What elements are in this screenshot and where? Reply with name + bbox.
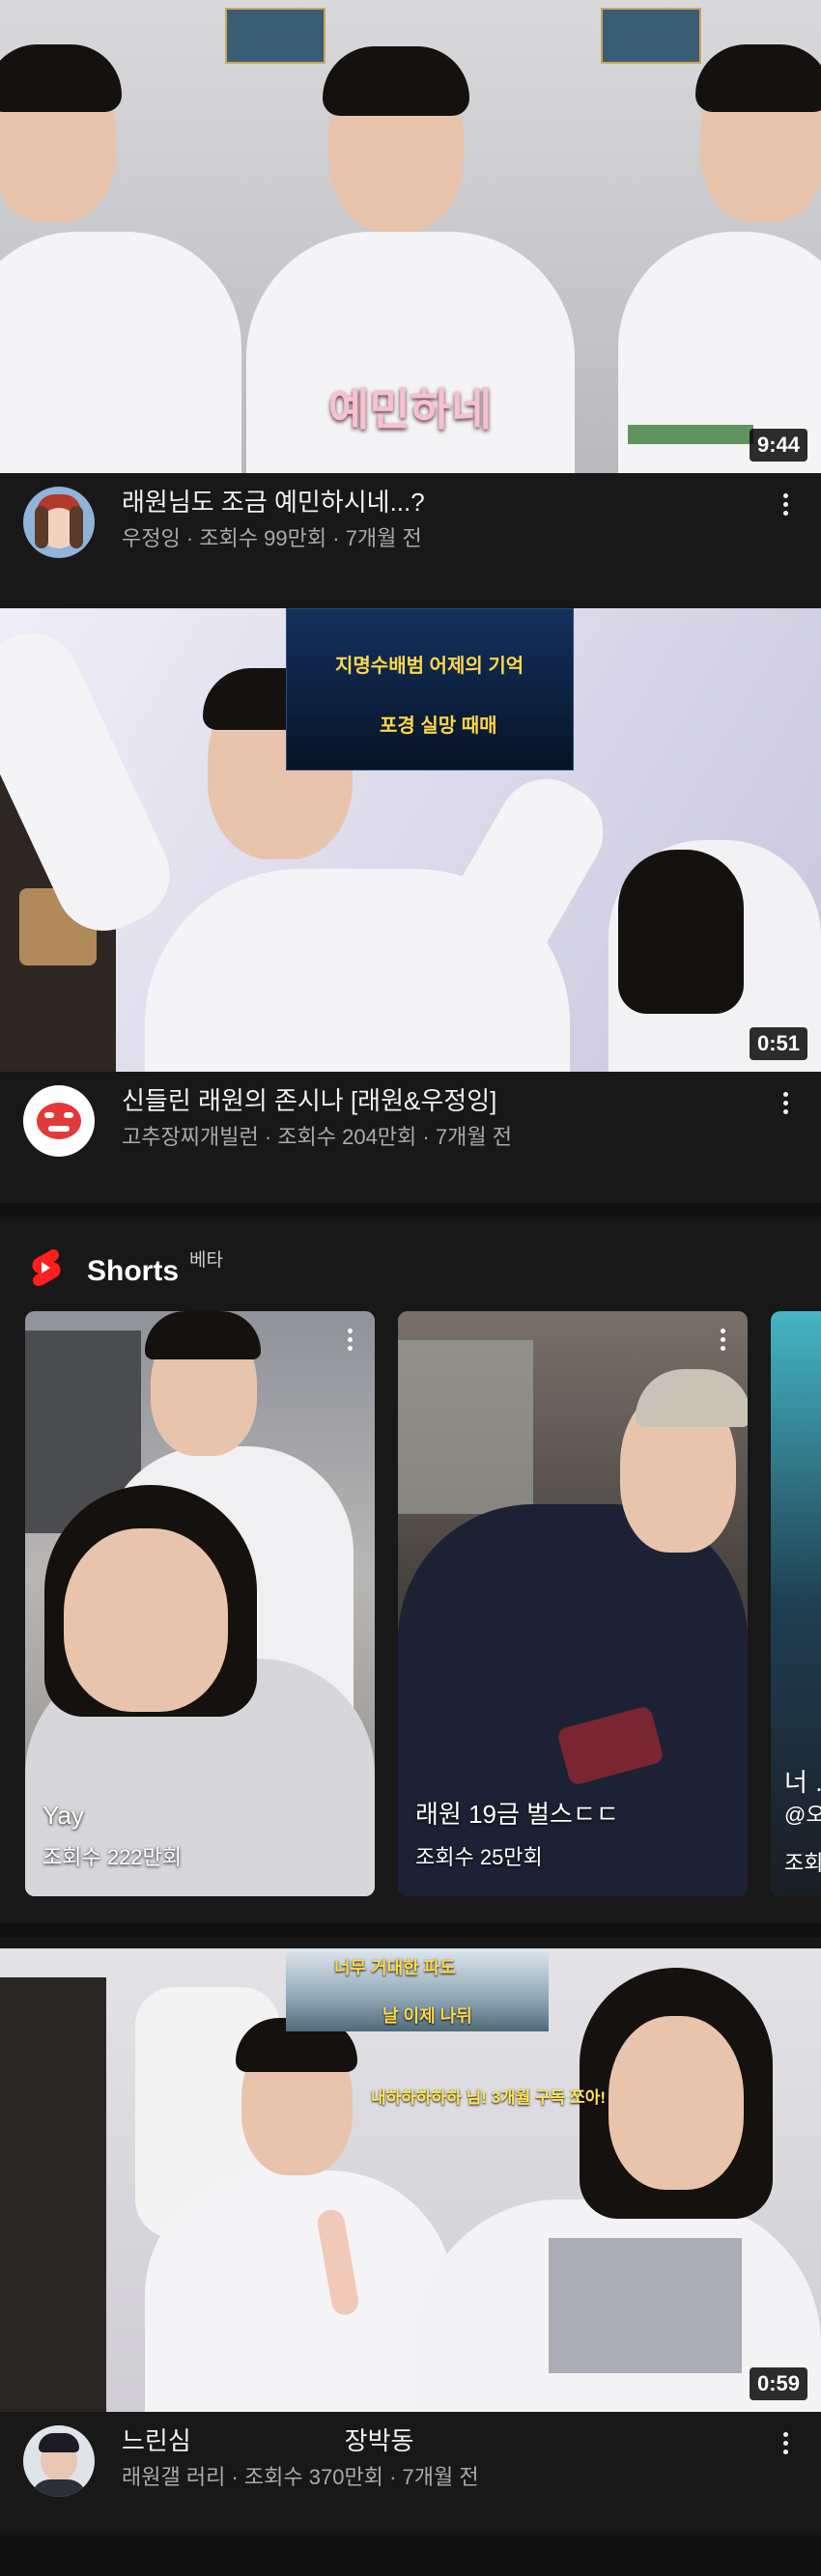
video-title[interactable]: 느린심 장박동 [122,2425,744,2456]
lyric-line-2: 포경 실망 때매 [380,715,497,737]
section-divider [0,2535,821,2576]
more-options-icon[interactable] [771,1083,800,1122]
more-options-icon[interactable] [771,2423,800,2462]
duration-badge: 0:59 [749,2367,807,2400]
more-options-icon[interactable] [713,1329,732,1358]
channel-avatar[interactable] [23,1085,95,1157]
section-divider [0,1923,821,1937]
short-views: 조회수 222만회 [42,1845,183,1869]
channel-avatar[interactable] [23,487,95,558]
video-thumbnail-3[interactable]: 너무 거대한 파도 날 이제 나뒤 내하하하하하 님! 3개월 구독 쪼아! 0… [0,1948,821,2412]
more-options-icon[interactable] [771,485,800,523]
short-title: Yay [42,1801,84,1830]
upload-age: 7개월 전 [435,1125,512,1149]
view-count: 조회수 99만회 [199,526,327,550]
more-options-icon[interactable] [340,1329,359,1358]
short-views: 조회수 25만회 [415,1845,543,1869]
upload-age: 7개월 전 [345,526,422,550]
lyric-line-1: 지명수배범 어제의 기억 [335,656,524,677]
thumbnail-caption-text: 예민하네 [328,384,493,434]
video-thumbnail-1[interactable]: 예민하네 9:44 [0,0,821,473]
view-count: 조회수 370만회 [243,2465,383,2489]
video-subtitle: 우정잉 · 조회수 99만회 · 7개월 전 [122,526,422,550]
short-subtitle: @오 [784,1803,821,1827]
duration-badge: 0:51 [749,1027,807,1060]
short-card-2[interactable]: 래원 19금 벌스ㄷㄷ 조회수 25만회 [398,1311,748,1896]
upload-age: 7개월 전 [402,2465,479,2489]
channel-avatar[interactable] [23,2425,95,2497]
lyric-line-1: 너무 거대한 파도 [334,1958,456,1977]
short-card-1[interactable]: Yay 조회수 222만회 [25,1311,375,1896]
video-title[interactable]: 신들린 래원의 존시나 [래원&우정잉] [122,1085,744,1116]
lyric-line-2: 날 이제 나뒤 [382,2006,472,2026]
short-views: 조회 [784,1851,821,1875]
short-card-3[interactable]: 너 … @오 조회 [771,1311,821,1896]
shorts-beta-badge: 베타 [189,1250,223,1271]
shorts-title: Shorts [87,1255,180,1287]
short-title: 너 … [784,1768,821,1797]
video-title[interactable]: 래원님도 조금 예민하시네...? [122,487,744,518]
video-subtitle: 래원갤 러리 · 조회수 370만회 · 7개월 전 [122,2465,479,2489]
channel-name[interactable]: 우정잉 [122,526,181,550]
channel-name[interactable]: 고추장찌개빌런 [122,1125,259,1149]
donation-alert-text: 내하하하하하 님! 3개월 구독 쪼아! [371,2088,606,2107]
video-meta-1[interactable]: 래원님도 조금 예민하시네...? 우정잉 · 조회수 99만회 · 7개월 전 [0,473,821,579]
duration-badge: 9:44 [749,429,807,462]
video-meta-3[interactable]: 느린심 장박동 래원갤 러리 · 조회수 370만회 · 7개월 전 [0,2412,821,2518]
section-divider [0,1203,821,1217]
video-thumbnail-2[interactable]: 지명수배범 어제의 기억 포경 실망 때매 0:51 [0,608,821,1072]
short-title: 래원 19금 벌스ㄷㄷ [415,1800,619,1829]
shorts-logo-icon [29,1247,62,1288]
channel-name[interactable]: 래원갤 러리 [122,2465,225,2489]
video-meta-2[interactable]: 신들린 래원의 존시나 [래원&우정잉] 고추장찌개빌런 · 조회수 204만회… [0,1072,821,1178]
video-subtitle: 고추장찌개빌런 · 조회수 204만회 · 7개월 전 [122,1125,512,1149]
view-count: 조회수 204만회 [277,1125,417,1149]
